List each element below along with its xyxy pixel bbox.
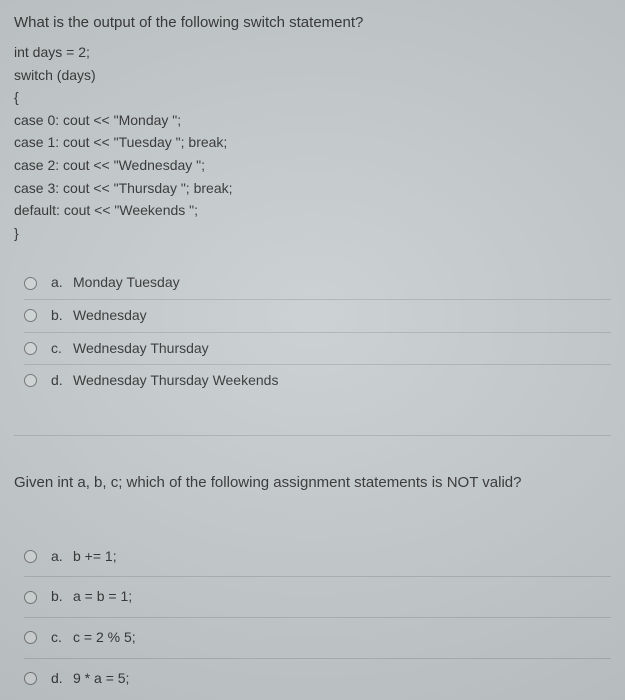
answers-q1: a. Monday Tuesday b. Wednesday c. Wednes… (14, 267, 611, 396)
spacer (14, 503, 611, 537)
answer-option[interactable]: a. Monday Tuesday (24, 267, 611, 300)
question-2: Given int a, b, c; which of the followin… (14, 472, 611, 698)
answer-letter: d. (51, 669, 73, 689)
code-line: int days = 2; (14, 43, 611, 63)
radio-icon[interactable] (24, 309, 37, 322)
code-line: case 2: cout << "Wednesday "; (14, 156, 611, 176)
answer-text: Monday Tuesday (73, 273, 180, 293)
answer-option[interactable]: c. Wednesday Thursday (24, 333, 611, 366)
question-divider (14, 435, 611, 436)
code-line: } (14, 224, 611, 244)
code-line: case 3: cout << "Thursday "; break; (14, 179, 611, 199)
answer-option[interactable]: d. 9 * a = 5; (24, 659, 611, 699)
code-line: default: cout << "Weekends "; (14, 201, 611, 221)
answer-letter: d. (51, 371, 73, 391)
code-line: case 1: cout << "Tuesday "; break; (14, 133, 611, 153)
answer-option[interactable]: c. c = 2 % 5; (24, 618, 611, 659)
answer-letter: a. (51, 273, 73, 293)
code-line: { (14, 88, 611, 108)
radio-icon[interactable] (24, 550, 37, 563)
radio-icon[interactable] (24, 672, 37, 685)
radio-icon[interactable] (24, 631, 37, 644)
answer-option[interactable]: a. b += 1; (24, 537, 611, 578)
answers-q2: a. b += 1; b. a = b = 1; c. c = 2 % 5; d… (14, 537, 611, 698)
radio-icon[interactable] (24, 374, 37, 387)
answer-text: c = 2 % 5; (73, 628, 136, 648)
answer-letter: c. (51, 628, 73, 648)
answer-letter: b. (51, 587, 73, 607)
answer-text: Wednesday Thursday (73, 339, 209, 359)
answer-option[interactable]: d. Wednesday Thursday Weekends (24, 365, 611, 397)
code-line: case 0: cout << "Monday "; (14, 111, 611, 131)
radio-icon[interactable] (24, 591, 37, 604)
question-1: What is the output of the following swit… (14, 12, 611, 397)
question-2-title: Given int a, b, c; which of the followin… (14, 472, 611, 493)
answer-text: Wednesday (73, 306, 147, 326)
answer-text: a = b = 1; (73, 587, 132, 607)
answer-letter: c. (51, 339, 73, 359)
question-1-title: What is the output of the following swit… (14, 12, 611, 33)
answer-text: Wednesday Thursday Weekends (73, 371, 278, 391)
answer-letter: a. (51, 547, 73, 567)
answer-text: b += 1; (73, 547, 117, 567)
answer-option[interactable]: b. Wednesday (24, 300, 611, 333)
code-line: switch (days) (14, 66, 611, 86)
code-block-1: int days = 2; switch (days) { case 0: co… (14, 43, 611, 243)
answer-text: 9 * a = 5; (73, 669, 129, 689)
radio-icon[interactable] (24, 277, 37, 290)
answer-option[interactable]: b. a = b = 1; (24, 577, 611, 618)
radio-icon[interactable] (24, 342, 37, 355)
answer-letter: b. (51, 306, 73, 326)
